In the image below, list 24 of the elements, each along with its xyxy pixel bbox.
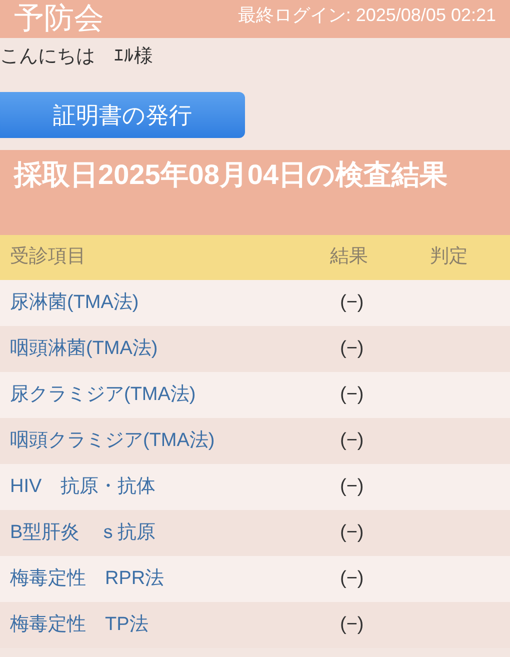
app-title: 予防会 <box>14 2 104 36</box>
table-cell-text: (−) <box>340 382 364 407</box>
table-cell-text: 尿淋菌(TMA法) <box>9 290 140 315</box>
section-title: 採取日2025年08月04日の検査結果 <box>14 158 449 191</box>
table-cell-text: B型肝炎 ｓ抗原 <box>9 520 157 545</box>
last-login-text: 最終ログイン: 2025/08/05 02:21 <box>238 4 496 27</box>
table-cell-text: (−) <box>340 336 364 361</box>
column-header: 結果 <box>330 245 369 270</box>
table-cell-text: 梅毒定性 RPR法 <box>9 566 166 591</box>
table-cell-text: (−) <box>340 520 364 545</box>
table-cell-text: (−) <box>340 474 364 499</box>
table-cell-text: 咽頭クラミジア(TMA法) <box>9 428 216 453</box>
table-cell-text: HIV 抗原・抗体 <box>9 474 157 499</box>
column-header: 判定 <box>430 245 469 270</box>
table-cell-text: 尿クラミジア(TMA法) <box>9 382 197 407</box>
table-cell-text: 咽頭淋菌(TMA法) <box>9 336 159 361</box>
table-cell-text: (−) <box>340 612 364 637</box>
table-cell-text: (−) <box>340 428 364 453</box>
table-cell-text: (−) <box>340 290 364 315</box>
certificate-button[interactable]: 証明書の発行 <box>0 92 245 138</box>
table-cell-text: (−) <box>340 566 364 591</box>
table-cell-text: 梅毒定性 TP法 <box>9 612 150 637</box>
greeting-text: こんにちは ｴﾙ様 <box>0 45 154 69</box>
column-header: 受診項目 <box>9 245 87 270</box>
